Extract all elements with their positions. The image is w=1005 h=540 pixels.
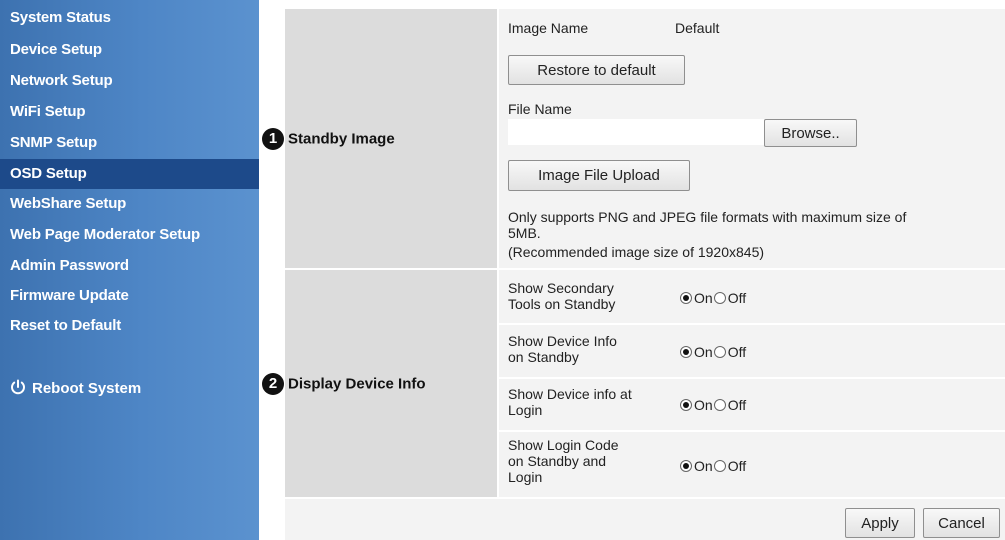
sidebar-item-web-page-moderator-setup[interactable]: Web Page Moderator Setup xyxy=(10,221,200,249)
sidebar-item-wifi-setup[interactable]: WiFi Setup xyxy=(10,98,86,126)
radio-off[interactable] xyxy=(713,399,726,411)
sidebar-item-webshare-setup[interactable]: WebShare Setup xyxy=(10,190,126,218)
cancel-button[interactable]: Cancel xyxy=(923,508,1000,538)
radio-off[interactable] xyxy=(713,292,726,304)
power-icon xyxy=(11,379,25,395)
radio-on[interactable] xyxy=(680,460,692,472)
sidebar-item-snmp-setup[interactable]: SNMP Setup xyxy=(10,129,97,157)
file-name-input[interactable] xyxy=(508,119,764,145)
radio-off[interactable] xyxy=(713,460,726,472)
sidebar-item-device-setup[interactable]: Device Setup xyxy=(10,36,102,64)
sidebar-item-system-status[interactable]: System Status xyxy=(10,4,111,32)
restore-to-default-button[interactable]: Restore to default xyxy=(508,55,685,85)
sidebar-item-reset-to-default[interactable]: Reset to Default xyxy=(10,312,121,340)
row-divider xyxy=(499,377,1005,379)
upload-note-line-3: (Recommended image size of 1920x845) xyxy=(508,244,765,260)
standby-image-heading: 1 Standby Image xyxy=(262,128,395,150)
browse-button[interactable]: Browse.. xyxy=(764,119,857,147)
radio-on[interactable] xyxy=(680,399,692,411)
badge-1: 1 xyxy=(262,128,284,150)
sidebar-item-network-setup[interactable]: Network Setup xyxy=(10,67,113,95)
reboot-system-link[interactable]: Reboot System xyxy=(10,375,141,403)
option-label-device-info-standby: Show Device Info on Standby xyxy=(508,333,617,365)
section-divider xyxy=(285,268,1005,270)
radio-on[interactable] xyxy=(680,346,692,358)
sidebar-item-firmware-update[interactable]: Firmware Update xyxy=(10,282,129,310)
sidebar-item-admin-password[interactable]: Admin Password xyxy=(10,252,129,280)
image-file-upload-button[interactable]: Image File Upload xyxy=(508,160,690,191)
login-code-radio-group: On Off xyxy=(680,458,747,474)
image-name-label: Image Name xyxy=(508,20,589,36)
apply-button[interactable]: Apply xyxy=(845,508,915,538)
device-info-standby-radio-group: On Off xyxy=(680,344,747,360)
display-device-info-heading: 2 Display Device Info xyxy=(262,373,426,395)
radio-on[interactable] xyxy=(680,292,692,304)
badge-2: 2 xyxy=(262,373,284,395)
upload-note-line-1: Only supports PNG and JPEG file formats … xyxy=(508,209,907,225)
option-label-login-code: Show Login Code on Standby and Login xyxy=(508,437,619,485)
device-info-login-radio-group: On Off xyxy=(680,397,747,413)
image-name-value: Default xyxy=(675,20,720,36)
label-column xyxy=(285,9,497,497)
option-label-secondary-tools: Show Secondary Tools on Standby xyxy=(508,280,616,312)
radio-off[interactable] xyxy=(713,346,726,358)
secondary-tools-radio-group: On Off xyxy=(680,290,747,306)
upload-note-line-2: 5MB. xyxy=(508,225,541,241)
row-divider xyxy=(499,323,1005,325)
sidebar: System Status Device Setup Network Setup… xyxy=(0,0,259,540)
sidebar-item-osd-setup[interactable]: OSD Setup xyxy=(10,160,87,188)
row-divider xyxy=(499,430,1005,432)
reboot-system-label: Reboot System xyxy=(32,380,142,397)
option-label-device-info-login: Show Device info at Login xyxy=(508,386,632,418)
file-name-label: File Name xyxy=(508,101,572,117)
